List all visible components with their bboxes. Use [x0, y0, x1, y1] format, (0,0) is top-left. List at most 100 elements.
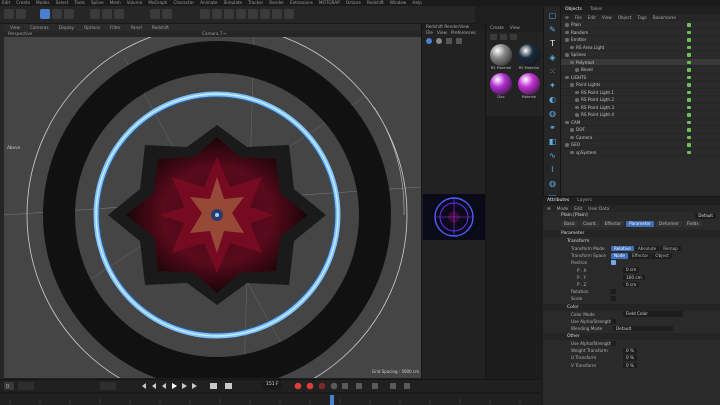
color-mode-dropdown[interactable]: Field Color	[623, 311, 683, 317]
group-transform[interactable]: Transform	[543, 238, 720, 245]
object-row[interactable]: RS Point Light.4	[561, 111, 720, 119]
alpha-checkbox[interactable]	[611, 318, 616, 324]
visibility-check-icon[interactable]	[687, 38, 691, 42]
transform-mode-absolute[interactable]: Absolute	[634, 246, 660, 252]
subdivision-icon[interactable]	[224, 9, 234, 19]
tracer-icon[interactable]: ⌇	[547, 164, 558, 175]
object-row[interactable]: DOF	[561, 126, 720, 134]
object-menu-bookmarks[interactable]: Bookmarks	[653, 14, 676, 21]
link-icon[interactable]: ⚭	[547, 122, 558, 133]
generator-icon[interactable]: ◈	[547, 52, 558, 63]
spline-icon[interactable]: ∿	[547, 150, 558, 161]
deformer-icon[interactable]	[248, 9, 258, 19]
object-row[interactable]: Splines	[561, 51, 720, 59]
y-axis-icon[interactable]	[102, 9, 112, 19]
object-menu-view[interactable]: View	[602, 14, 612, 21]
viewport-menu-display[interactable]: Display	[59, 24, 74, 31]
move-tool-icon[interactable]	[40, 9, 50, 19]
object-row[interactable]: Emitter	[561, 36, 720, 44]
visibility-check-icon[interactable]	[687, 113, 691, 117]
material-menu-view[interactable]: View	[510, 24, 520, 32]
visibility-check-icon[interactable]	[687, 30, 691, 34]
attribute-tab-layers[interactable]: Layers	[577, 197, 592, 205]
z-axis-icon[interactable]	[114, 9, 124, 19]
object-row[interactable]: spSystem	[561, 149, 720, 156]
3d-viewport[interactable]: Above Grid Spacing : 5000 cm	[4, 37, 421, 378]
object-menu-object[interactable]: Object	[618, 14, 632, 21]
viewport-menu-cameras[interactable]: Cameras	[30, 24, 49, 31]
visibility-check-icon[interactable]	[687, 23, 691, 27]
object-menu-item[interactable]: ☰	[565, 14, 569, 21]
attribute-tab-attributes[interactable]: Attributes	[547, 197, 569, 205]
viewport-menu-options[interactable]: Options	[84, 24, 100, 31]
mograph-icon[interactable]	[236, 9, 246, 19]
object-row[interactable]: RS Point Light.2	[561, 96, 720, 104]
object-row[interactable]: RS Point Light.1	[561, 89, 720, 96]
cube-icon[interactable]: ▢	[547, 10, 558, 21]
transform-space-effector[interactable]: Effector	[628, 253, 652, 259]
pen-icon[interactable]	[212, 9, 222, 19]
light-icon[interactable]	[284, 9, 294, 19]
new-material-icon[interactable]	[490, 34, 497, 40]
effector-icon[interactable]: ✦	[547, 80, 558, 91]
visibility-check-icon[interactable]	[687, 143, 691, 147]
cube-icon[interactable]	[200, 9, 210, 19]
group-color[interactable]: Color	[543, 303, 720, 311]
pz-field[interactable]: 0 cm	[623, 281, 640, 288]
weight-field[interactable]: 0 %	[623, 348, 637, 354]
field-icon[interactable]: ◍	[547, 108, 558, 119]
page-tab-deformer[interactable]: Deformer	[655, 221, 682, 227]
render-icon[interactable]	[150, 9, 160, 19]
globe-icon[interactable]: ◍	[547, 178, 558, 189]
ipr-icon[interactable]	[456, 38, 462, 44]
rotate-tool-icon[interactable]	[64, 9, 74, 19]
visibility-check-icon[interactable]	[687, 105, 691, 109]
px-field[interactable]: 0 cm	[623, 267, 640, 273]
visibility-check-icon[interactable]	[687, 45, 691, 49]
position-checkbox[interactable]	[611, 260, 616, 266]
attribute-menu-user-data[interactable]: User Data	[588, 205, 609, 212]
material-swatch[interactable]: Material	[516, 73, 542, 100]
object-menu-file[interactable]: File	[575, 14, 582, 21]
page-tab-coord[interactable]: Coord.	[580, 221, 600, 227]
undo-icon[interactable]	[4, 9, 14, 19]
object-row[interactable]: Point Lights	[561, 81, 720, 89]
page-tab-basic[interactable]: Basic	[561, 221, 579, 227]
visibility-check-icon[interactable]	[687, 90, 691, 94]
render-view-icon[interactable]	[162, 9, 172, 19]
viewport-menu-filter[interactable]: Filter	[110, 24, 120, 31]
text-icon[interactable]: T	[547, 38, 558, 49]
viewport-menu-panel[interactable]: Panel	[131, 24, 142, 31]
object-menu-edit[interactable]: Edit	[588, 14, 596, 21]
blend-dropdown[interactable]: Default	[613, 325, 673, 332]
page-tab-fields[interactable]: Fields	[683, 221, 702, 227]
page-tab-effector[interactable]: Effector	[601, 221, 625, 227]
attribute-menu-edit[interactable]: Edit	[574, 205, 582, 212]
array-icon[interactable]: ⁙	[547, 66, 558, 77]
visibility-check-icon[interactable]	[687, 83, 691, 87]
object-row[interactable]: CAM	[561, 119, 720, 126]
snapshot-icon[interactable]	[446, 38, 452, 44]
object-row[interactable]: LIGHTS	[561, 74, 720, 81]
py-field[interactable]: 100 cm	[623, 274, 645, 281]
transform-space-node[interactable]: Node	[611, 253, 628, 259]
x-axis-icon[interactable]	[90, 9, 100, 19]
alpha2-checkbox[interactable]	[611, 341, 616, 347]
render-start-icon[interactable]	[426, 38, 432, 44]
spline-pen-icon[interactable]: ✎	[547, 24, 558, 35]
object-menu-tags[interactable]: Tags	[637, 14, 646, 21]
visibility-check-icon[interactable]	[687, 98, 691, 102]
current-frame[interactable]: 151 F	[266, 381, 279, 389]
object-tab-objects[interactable]: Objects	[565, 6, 582, 14]
default-dropdown[interactable]: Default	[695, 213, 716, 219]
object-row[interactable]: RS Point Light.3	[561, 104, 720, 111]
visibility-check-icon[interactable]	[687, 135, 691, 139]
viewport-menu-redshift[interactable]: Redshift	[152, 24, 169, 31]
redo-icon[interactable]	[16, 9, 26, 19]
material-icon[interactable]: ◧	[547, 136, 558, 147]
utrans-field[interactable]: 0 %	[623, 355, 637, 361]
visibility-check-icon[interactable]	[687, 68, 691, 72]
object-row[interactable]: RS Area Light	[561, 44, 720, 51]
material-swatch[interactable]: Disc	[488, 73, 514, 100]
object-row[interactable]: Random	[561, 29, 720, 36]
